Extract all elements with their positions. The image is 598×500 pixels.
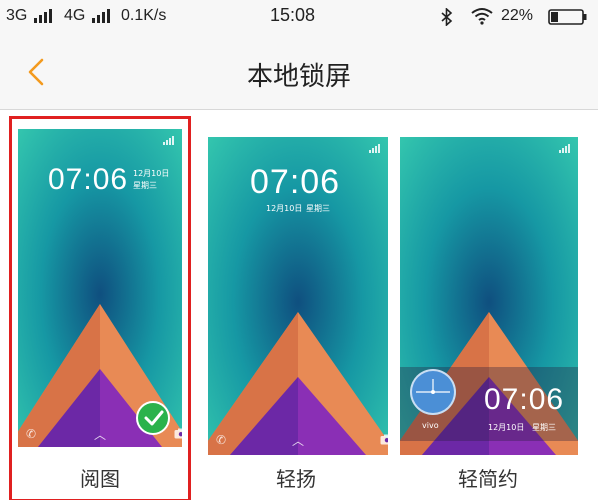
network-type-2: 4G xyxy=(64,7,86,24)
wallpaper-card-qingyang[interactable]: 07:06 12月10日 星期三 ✆ ︿ 轻扬 xyxy=(208,119,388,499)
wallpaper-grid: 07:06 12月10日 星期三 ✆ ︿ 阅图 07:06 12月10日 星期三… xyxy=(0,111,598,500)
lockscreen-date: 12月10日 xyxy=(266,204,303,213)
lockscreen-clock: 07:06 xyxy=(48,163,129,196)
swipe-up-icon: ︿ xyxy=(292,434,305,448)
page-title: 本地锁屏 xyxy=(246,62,351,92)
wallpaper-name: 阅图 xyxy=(80,467,120,491)
clock: 15:08 xyxy=(270,5,316,25)
wifi-icon xyxy=(470,7,494,29)
phone-icon: ✆ xyxy=(26,427,37,441)
swipe-up-icon: ︿ xyxy=(94,428,107,442)
app-header: 本地锁屏 xyxy=(0,34,598,110)
wallpaper-thumbnail: vivo 07:06 12月10日 星期三 xyxy=(400,137,578,455)
wallpaper-name: 轻简约 xyxy=(458,467,518,491)
battery-icon xyxy=(548,9,588,29)
network-type-1: 3G xyxy=(6,7,28,24)
battery-percent: 22% xyxy=(501,7,534,24)
wallpaper-card-yuetu[interactable]: 07:06 12月10日 星期三 ✆ ︿ 阅图 xyxy=(9,116,191,500)
wallpaper-card-qingjianyue[interactable]: vivo 07:06 12月10日 星期三 轻简约 xyxy=(400,119,578,499)
lockscreen-weekday: 星期三 xyxy=(306,204,330,213)
network-speed: 0.1K/s xyxy=(121,7,167,24)
signal-icon xyxy=(34,9,52,23)
lockscreen-weekday: 星期三 xyxy=(532,423,556,432)
wallpaper-thumbnail: 07:06 12月10日 星期三 ✆ ︿ xyxy=(208,137,388,455)
lockscreen-date: 12月10日 xyxy=(488,423,525,432)
phone-icon: ✆ xyxy=(216,433,227,447)
analog-clock-icon xyxy=(410,369,456,415)
lockscreen-clock: 07:06 xyxy=(484,383,565,416)
wallpaper-thumbnail: 07:06 12月10日 星期三 ✆ ︿ xyxy=(18,129,182,447)
brand-label: vivo xyxy=(422,421,439,430)
status-bar: 3G 4G 0.1K/s 15:08 22% xyxy=(0,0,598,34)
wallpaper-name: 轻扬 xyxy=(276,467,316,491)
signal-icon xyxy=(92,9,110,23)
selected-check-icon xyxy=(136,401,170,435)
lockscreen-weekday: 星期三 xyxy=(133,181,157,190)
lockscreen-clock: 07:06 xyxy=(250,163,341,201)
lockscreen-date: 12月10日 xyxy=(133,169,170,178)
bluetooth-icon xyxy=(441,7,453,30)
